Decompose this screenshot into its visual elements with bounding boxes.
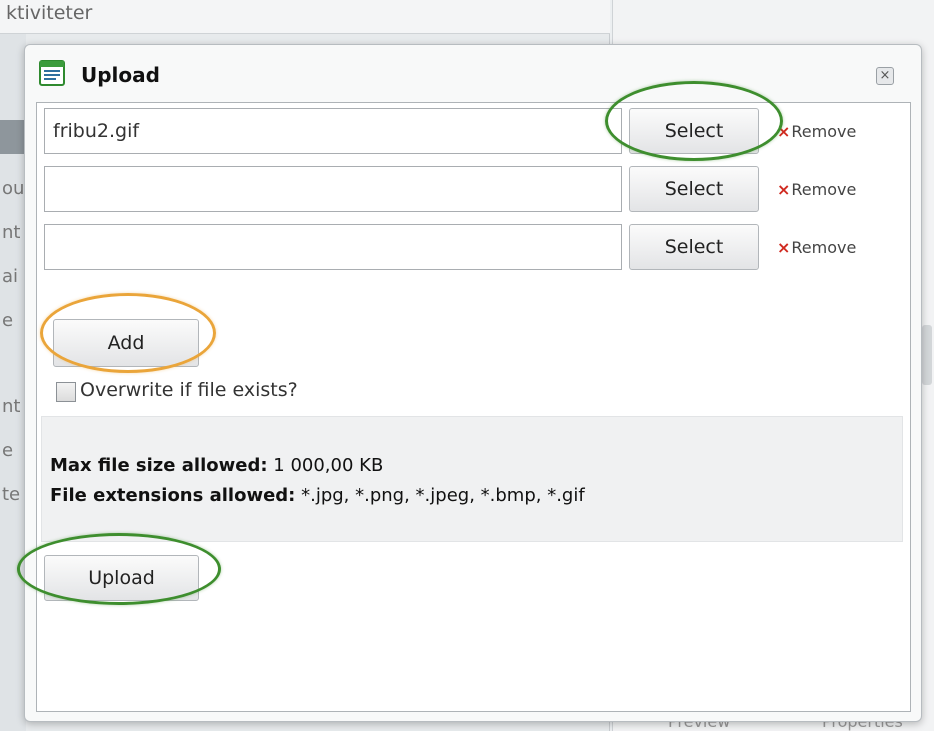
background-fragment: nt <box>2 396 21 417</box>
file-row: Select ×Remove <box>44 224 904 274</box>
background-fragment: te <box>2 484 21 505</box>
file-extensions-label: File extensions allowed: <box>50 485 296 506</box>
select-button[interactable]: Select <box>629 108 759 154</box>
max-file-size-value: 1 000,00 KB <box>273 455 384 476</box>
max-file-size-line: Max file size allowed: 1 000,00 KB <box>50 455 383 476</box>
background-tab <box>0 120 26 154</box>
remove-label: Remove <box>791 180 857 199</box>
dialog-title: Upload <box>81 63 160 87</box>
select-button[interactable]: Select <box>629 224 759 270</box>
remove-link[interactable]: ×Remove <box>777 238 856 257</box>
remove-x-icon: × <box>777 180 791 199</box>
remove-label: Remove <box>791 122 857 141</box>
add-button[interactable]: Add <box>53 319 199 367</box>
close-icon[interactable]: × <box>876 67 894 85</box>
file-path-field[interactable] <box>44 224 622 270</box>
file-path-field[interactable]: fribu2.gif <box>44 108 622 154</box>
file-extensions-line: File extensions allowed: *.jpg, *.png, *… <box>50 485 585 506</box>
background-scrollbar[interactable] <box>922 325 932 385</box>
background-fragment: ou <box>2 178 24 199</box>
remove-link[interactable]: ×Remove <box>777 180 856 199</box>
background-fragment: nt <box>2 222 21 243</box>
remove-label: Remove <box>791 238 857 257</box>
upload-dialog: Upload × fribu2.gif Select ×Remove Selec… <box>17 44 922 722</box>
remove-link[interactable]: ×Remove <box>777 122 856 141</box>
background-fragment: e <box>2 310 14 331</box>
upload-button[interactable]: Upload <box>44 555 199 601</box>
background-header-text: ktiviteter <box>6 2 93 24</box>
upload-info-box: Max file size allowed: 1 000,00 KB File … <box>41 416 903 542</box>
document-list-icon <box>39 60 65 86</box>
dialog-content: fribu2.gif Select ×Remove Select ×Remove… <box>36 102 911 712</box>
background-fragment: e <box>2 440 14 461</box>
background-header: ktiviteter <box>0 0 610 34</box>
remove-x-icon: × <box>777 238 791 257</box>
file-path-field[interactable] <box>44 166 622 212</box>
file-extensions-value: *.jpg, *.png, *.jpeg, *.bmp, *.gif <box>301 485 585 506</box>
file-row: fribu2.gif Select ×Remove <box>44 108 904 158</box>
overwrite-checkbox[interactable] <box>56 382 76 402</box>
background-fragment: ai <box>2 266 19 287</box>
file-row: Select ×Remove <box>44 166 904 216</box>
select-button[interactable]: Select <box>629 166 759 212</box>
remove-x-icon: × <box>777 122 791 141</box>
overwrite-label: Overwrite if file exists? <box>80 379 298 401</box>
max-file-size-label: Max file size allowed: <box>50 455 268 476</box>
